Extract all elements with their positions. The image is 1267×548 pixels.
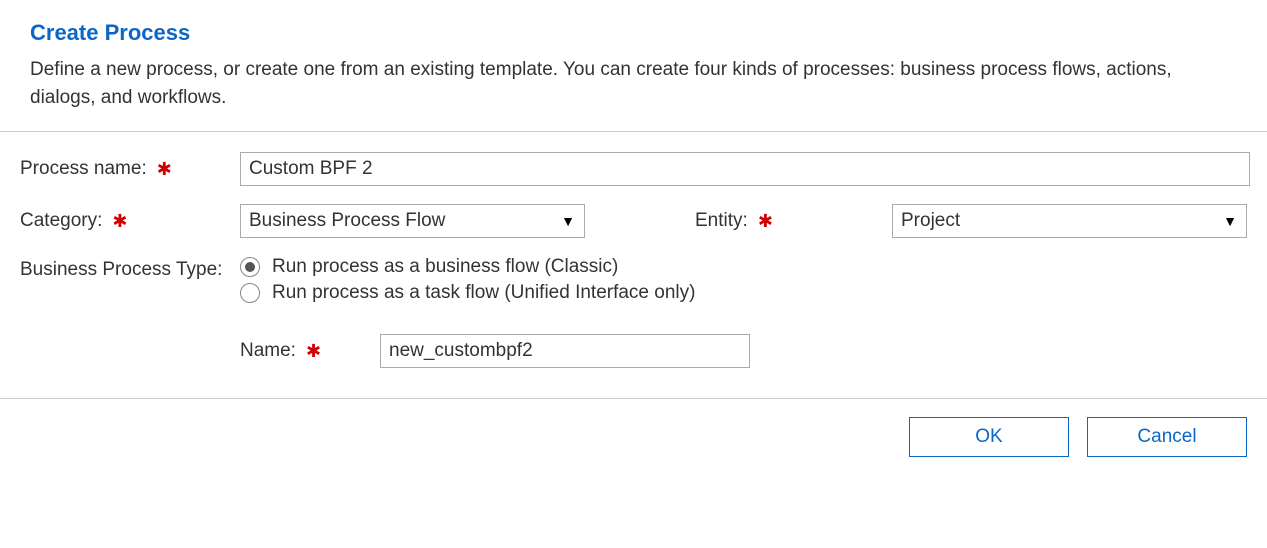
bpt-radio-classic[interactable]: Run process as a business flow (Classic) <box>240 256 695 278</box>
business-process-type-label: Business Process Type: <box>20 256 222 285</box>
dialog-title: Create Process <box>30 20 1237 46</box>
category-select[interactable] <box>240 204 585 238</box>
radio-icon <box>240 257 260 277</box>
radio-icon <box>240 283 260 303</box>
name-label: Name: <box>240 340 296 362</box>
cancel-button[interactable]: Cancel <box>1087 417 1247 457</box>
required-indicator-icon: ✱ <box>306 341 321 362</box>
ok-button[interactable]: OK <box>909 417 1069 457</box>
process-name-label: Process name: <box>20 158 147 180</box>
process-name-input[interactable] <box>240 152 1250 186</box>
bpt-radio-taskflow[interactable]: Run process as a task flow (Unified Inte… <box>240 282 695 304</box>
entity-select[interactable] <box>892 204 1247 238</box>
dialog-description: Define a new process, or create one from… <box>30 56 1237 111</box>
bpt-radio-classic-label: Run process as a business flow (Classic) <box>272 256 618 278</box>
entity-label: Entity: <box>695 210 748 232</box>
required-indicator-icon: ✱ <box>157 159 172 180</box>
name-input[interactable] <box>380 334 750 368</box>
required-indicator-icon: ✱ <box>112 211 127 232</box>
required-indicator-icon: ✱ <box>758 211 773 232</box>
category-label: Category: <box>20 210 102 232</box>
bpt-radio-taskflow-label: Run process as a task flow (Unified Inte… <box>272 282 695 304</box>
